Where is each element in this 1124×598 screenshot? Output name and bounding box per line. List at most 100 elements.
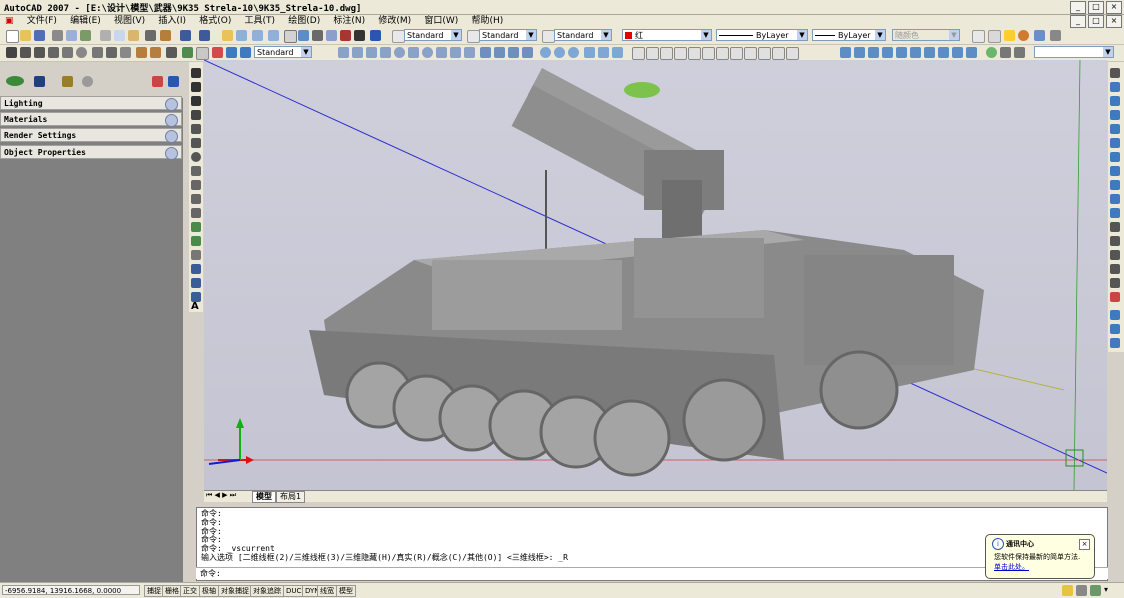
box-icon[interactable] <box>352 47 363 58</box>
menu-window[interactable]: 窗口(W) <box>419 15 463 28</box>
minimize-button[interactable]: _ <box>1070 1 1086 14</box>
break-icon[interactable] <box>1110 236 1120 246</box>
open-icon[interactable] <box>20 30 31 41</box>
view-left-icon[interactable] <box>868 47 879 58</box>
cylinder-icon[interactable] <box>408 47 419 58</box>
wedge-icon[interactable] <box>366 47 377 58</box>
polygon-tool-icon[interactable] <box>191 110 201 120</box>
planar-surface-icon[interactable] <box>464 47 475 58</box>
comm-center-icon[interactable] <box>1062 585 1073 596</box>
expand-icon[interactable] <box>165 130 178 143</box>
toggle-snap[interactable]: 捕捉 <box>144 585 164 597</box>
render-icon[interactable] <box>972 30 985 43</box>
new-icon[interactable] <box>6 30 19 43</box>
view-sw-iso-icon[interactable] <box>924 47 935 58</box>
undo-icon[interactable] <box>180 30 191 41</box>
polygon-icon[interactable] <box>48 47 59 58</box>
imprint-icon[interactable] <box>612 47 623 58</box>
offset-icon[interactable] <box>1110 110 1120 120</box>
tool-palettes-icon[interactable] <box>312 30 323 41</box>
region-icon[interactable] <box>182 47 193 58</box>
toggle-grid[interactable]: 栅格 <box>162 585 182 597</box>
menu-dimension[interactable]: 标注(N) <box>328 15 370 28</box>
zoom-window-icon[interactable] <box>252 30 263 41</box>
make-block-icon[interactable] <box>150 47 161 58</box>
doc-restore-button[interactable]: □ <box>1088 15 1104 28</box>
explode-icon[interactable] <box>1110 292 1120 302</box>
palette-help-icon[interactable] <box>168 76 179 87</box>
menu-view[interactable]: 视图(V) <box>109 15 150 28</box>
view-se-iso-icon[interactable] <box>938 47 949 58</box>
drawing-viewport[interactable] <box>204 60 1107 490</box>
torus-icon[interactable] <box>422 47 433 58</box>
palette-section-materials[interactable]: Materials <box>0 112 182 127</box>
orbit-icon[interactable] <box>986 47 997 58</box>
publish-icon[interactable] <box>80 30 91 41</box>
xline-icon[interactable] <box>191 82 201 92</box>
material-icon[interactable] <box>1018 30 1029 41</box>
menu-draw[interactable]: 绘图(D) <box>283 15 325 28</box>
mtext-icon[interactable]: A <box>191 302 201 312</box>
revcloud-tool-icon[interactable] <box>191 166 201 176</box>
copy-tool-icon[interactable] <box>1110 82 1120 92</box>
view-ne-iso-icon[interactable] <box>952 47 963 58</box>
block-editor-icon[interactable] <box>160 30 171 41</box>
ucs-origin-icon[interactable] <box>660 47 673 60</box>
menu-insert[interactable]: 插入(I) <box>153 15 191 28</box>
ucs-y-icon[interactable] <box>758 47 771 60</box>
pline-icon[interactable] <box>191 96 201 106</box>
environment-icon[interactable] <box>1034 30 1045 41</box>
insert-tool-icon[interactable] <box>191 222 201 232</box>
menu-format[interactable]: 格式(O) <box>194 15 236 28</box>
gradient-icon[interactable] <box>191 278 201 288</box>
toggle-otrack[interactable]: 对象追踪 <box>250 585 284 597</box>
tab-nav-first-icon[interactable]: ⏮ ◀ ▶ ⏭ <box>206 491 236 500</box>
sphere-icon[interactable] <box>394 47 405 58</box>
help-icon[interactable] <box>370 30 381 41</box>
cut-icon[interactable] <box>100 30 111 41</box>
view-front-icon[interactable] <box>896 47 907 58</box>
markup-icon[interactable] <box>340 30 351 41</box>
ucs-apply-icon[interactable] <box>786 47 799 60</box>
view-right-icon[interactable] <box>882 47 893 58</box>
spline-icon[interactable] <box>106 47 117 58</box>
layer-iso-icon[interactable] <box>1110 338 1120 348</box>
back-arrow-icon[interactable] <box>62 76 73 87</box>
layer-prev-icon[interactable] <box>1110 324 1120 334</box>
intersect-icon[interactable] <box>568 47 579 58</box>
move-icon[interactable] <box>1110 138 1120 148</box>
lock-icon[interactable] <box>1076 585 1087 596</box>
mirror-tool-icon[interactable] <box>1110 96 1120 106</box>
block-tool-icon[interactable] <box>191 236 201 246</box>
tab-layout1[interactable]: 布局1 <box>276 491 306 503</box>
polyline-icon[interactable] <box>34 47 45 58</box>
copy-icon[interactable] <box>114 30 125 41</box>
menu-edit[interactable]: 编辑(E) <box>65 15 106 28</box>
palette-scroll-strip[interactable] <box>183 62 187 582</box>
redo-icon[interactable] <box>199 30 210 41</box>
union-icon[interactable] <box>540 47 551 58</box>
render-region-icon[interactable] <box>988 30 1001 43</box>
zoom-previous-icon[interactable] <box>268 30 279 41</box>
cone-icon[interactable] <box>380 47 391 58</box>
palette-section-render-settings[interactable]: Render Settings <box>0 128 182 143</box>
break-at-point-icon[interactable] <box>1110 222 1120 232</box>
workspace-select[interactable]: Standard ▼ <box>254 46 312 58</box>
plot-icon[interactable] <box>52 30 63 41</box>
expand-icon[interactable] <box>165 98 178 111</box>
view-bottom-icon[interactable] <box>854 47 865 58</box>
menu-modify[interactable]: 修改(M) <box>373 15 416 28</box>
dim-style-select[interactable]: Standard ▼ <box>479 29 537 41</box>
tray-settings-icon[interactable] <box>1090 585 1101 596</box>
hatch-tool-icon[interactable] <box>191 264 201 274</box>
arc-tool-icon[interactable] <box>191 138 201 148</box>
revcloud-icon[interactable] <box>92 47 103 58</box>
presspull-icon[interactable] <box>522 47 533 58</box>
table-style-select[interactable]: Standard ▼ <box>554 29 612 41</box>
helix-icon[interactable] <box>450 47 461 58</box>
maximize-button[interactable]: □ <box>1088 1 1104 14</box>
match-properties-icon[interactable] <box>145 30 156 41</box>
thicken-icon[interactable] <box>598 47 609 58</box>
line-tool-icon[interactable] <box>6 47 17 58</box>
expand-icon[interactable] <box>165 147 178 160</box>
